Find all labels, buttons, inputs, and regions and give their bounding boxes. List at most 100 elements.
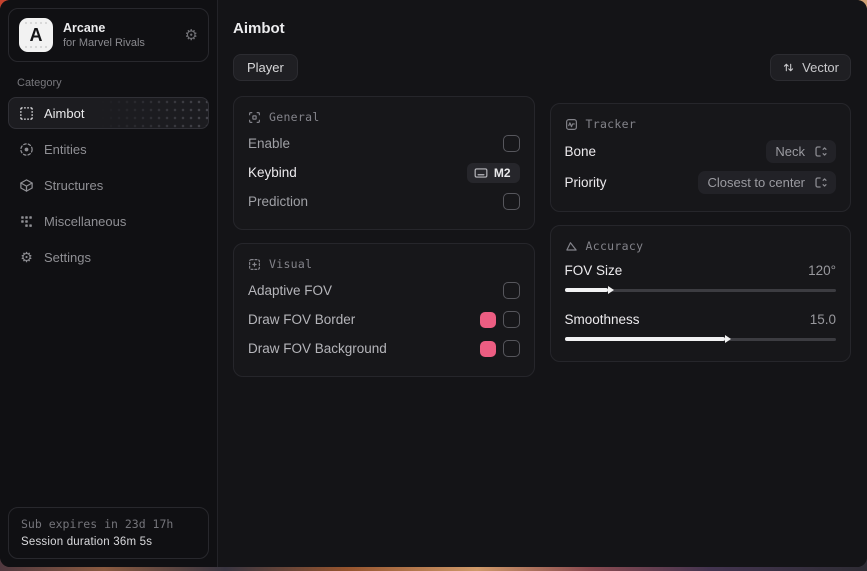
keybind-label: Keybind: [248, 165, 297, 180]
main-content: Aimbot Player Vector: [218, 0, 867, 567]
keybind-button[interactable]: M2: [467, 163, 520, 183]
right-column: Tracker Bone Neck Priority: [550, 103, 852, 362]
slider-fill: [565, 337, 725, 341]
sidebar-item-structures[interactable]: Structures: [8, 169, 209, 201]
sidebar-item-label: Entities: [44, 142, 87, 157]
card-title: Tracker: [586, 117, 637, 131]
prediction-checkbox[interactable]: [503, 193, 520, 210]
select-bracket-icon: [814, 145, 827, 158]
priority-label: Priority: [565, 175, 607, 190]
smoothness-slider[interactable]: [565, 334, 837, 344]
dots-grid-icon: [19, 214, 34, 229]
sort-arrows-icon: [782, 61, 795, 74]
entities-icon: [19, 142, 34, 157]
enable-row: Enable: [248, 129, 520, 158]
priority-value: Closest to center: [707, 175, 805, 190]
sidebar-item-label: Miscellaneous: [44, 214, 126, 229]
category-menu: Aimbot Entities Structures: [8, 97, 209, 273]
keyboard-icon: [474, 166, 488, 180]
sidebar-item-label: Aimbot: [44, 106, 84, 121]
fov-background-color-swatch[interactable]: [480, 341, 496, 357]
sidebar: A Arcane for Marvel Rivals ⚙ Category Ai…: [0, 0, 218, 567]
prediction-row: Prediction: [248, 187, 520, 216]
vector-button-label: Vector: [802, 60, 839, 75]
accuracy-card-header: Accuracy: [565, 239, 837, 253]
subscription-status-card: Sub expires in 23d 17h Session duration …: [8, 507, 209, 559]
fov-size-slider-block: FOV Size 120°: [565, 258, 837, 295]
general-card-header: General: [248, 110, 520, 124]
bone-label: Bone: [565, 144, 597, 159]
cube-icon: [19, 178, 34, 193]
sidebar-item-label: Settings: [44, 250, 91, 265]
fov-border-label: Draw FOV Border: [248, 312, 355, 327]
sidebar-item-miscellaneous[interactable]: Miscellaneous: [8, 205, 209, 237]
scan-icon: [248, 111, 261, 124]
adaptive-fov-row: Adaptive FOV: [248, 276, 520, 305]
fov-size-slider[interactable]: [565, 285, 837, 295]
app-name: Arcane: [63, 21, 175, 35]
sidebar-spacer: [8, 273, 209, 507]
fov-background-checkbox[interactable]: [503, 340, 520, 357]
adaptive-fov-label: Adaptive FOV: [248, 283, 332, 298]
fov-background-row: Draw FOV Background: [248, 334, 520, 363]
slider-fill: [565, 288, 608, 292]
fov-border-color-swatch[interactable]: [480, 312, 496, 328]
card-title: Visual: [269, 257, 312, 271]
card-title: General: [269, 110, 320, 124]
keybind-value: M2: [494, 166, 511, 180]
smoothness-slider-block: Smoothness 15.0: [565, 307, 837, 344]
cards-grid: General Enable Keybind M2: [233, 96, 851, 377]
app-meta: Arcane for Marvel Rivals: [63, 21, 175, 49]
slider-thumb[interactable]: [725, 335, 731, 343]
keybind-row: Keybind M2: [248, 158, 520, 187]
sparkle-frame-icon: [248, 258, 261, 271]
dot-pattern-decoration: [99, 98, 208, 128]
adaptive-fov-checkbox[interactable]: [503, 282, 520, 299]
app-logo-card: A Arcane for Marvel Rivals ⚙: [8, 8, 209, 62]
sidebar-item-settings[interactable]: ⚙ Settings: [8, 241, 209, 273]
page-title: Aimbot: [233, 20, 851, 37]
tracker-card: Tracker Bone Neck Priority: [550, 103, 852, 212]
fov-background-controls: [480, 340, 520, 357]
fov-size-head: FOV Size 120°: [565, 258, 837, 282]
select-bracket-icon: [814, 176, 827, 189]
session-duration-text: Session duration 36m 5s: [21, 536, 196, 548]
fov-size-label: FOV Size: [565, 263, 623, 278]
slider-thumb[interactable]: [608, 286, 614, 294]
left-column: General Enable Keybind M2: [233, 96, 535, 377]
angle-triangle-icon: [565, 240, 578, 253]
visual-card: Visual Adaptive FOV Draw FOV Border: [233, 243, 535, 377]
bone-dropdown[interactable]: Neck: [766, 140, 836, 163]
tracker-card-header: Tracker: [565, 117, 837, 131]
smoothness-label: Smoothness: [565, 312, 640, 327]
fov-border-checkbox[interactable]: [503, 311, 520, 328]
vector-button[interactable]: Vector: [770, 54, 851, 81]
card-title: Accuracy: [586, 239, 644, 253]
priority-row: Priority Closest to center: [565, 167, 837, 198]
sidebar-item-label: Structures: [44, 178, 103, 193]
tab-player[interactable]: Player: [233, 54, 298, 81]
app-window: A Arcane for Marvel Rivals ⚙ Category Ai…: [0, 0, 867, 567]
settings-gear-icon[interactable]: ⚙: [185, 28, 198, 43]
sub-expires-text: Sub expires in 23d 17h: [21, 517, 196, 531]
visual-card-header: Visual: [248, 257, 520, 271]
bone-value: Neck: [775, 144, 805, 159]
sidebar-item-aimbot[interactable]: Aimbot: [8, 97, 209, 129]
general-card: General Enable Keybind M2: [233, 96, 535, 230]
enable-label: Enable: [248, 136, 290, 151]
app-logo: A: [19, 18, 53, 52]
category-label: Category: [17, 77, 209, 89]
tab-player-label: Player: [247, 60, 284, 75]
smoothness-head: Smoothness 15.0: [565, 307, 837, 331]
accuracy-card: Accuracy FOV Size 120°: [550, 225, 852, 362]
prediction-label: Prediction: [248, 194, 308, 209]
fov-border-controls: [480, 311, 520, 328]
app-subtitle: for Marvel Rivals: [63, 37, 175, 49]
toolbar: Player Vector: [233, 54, 851, 81]
priority-dropdown[interactable]: Closest to center: [698, 171, 836, 194]
bone-row: Bone Neck: [565, 136, 837, 167]
sidebar-item-entities[interactable]: Entities: [8, 133, 209, 165]
smoothness-value: 15.0: [810, 312, 836, 327]
fov-border-row: Draw FOV Border: [248, 305, 520, 334]
enable-checkbox[interactable]: [503, 135, 520, 152]
